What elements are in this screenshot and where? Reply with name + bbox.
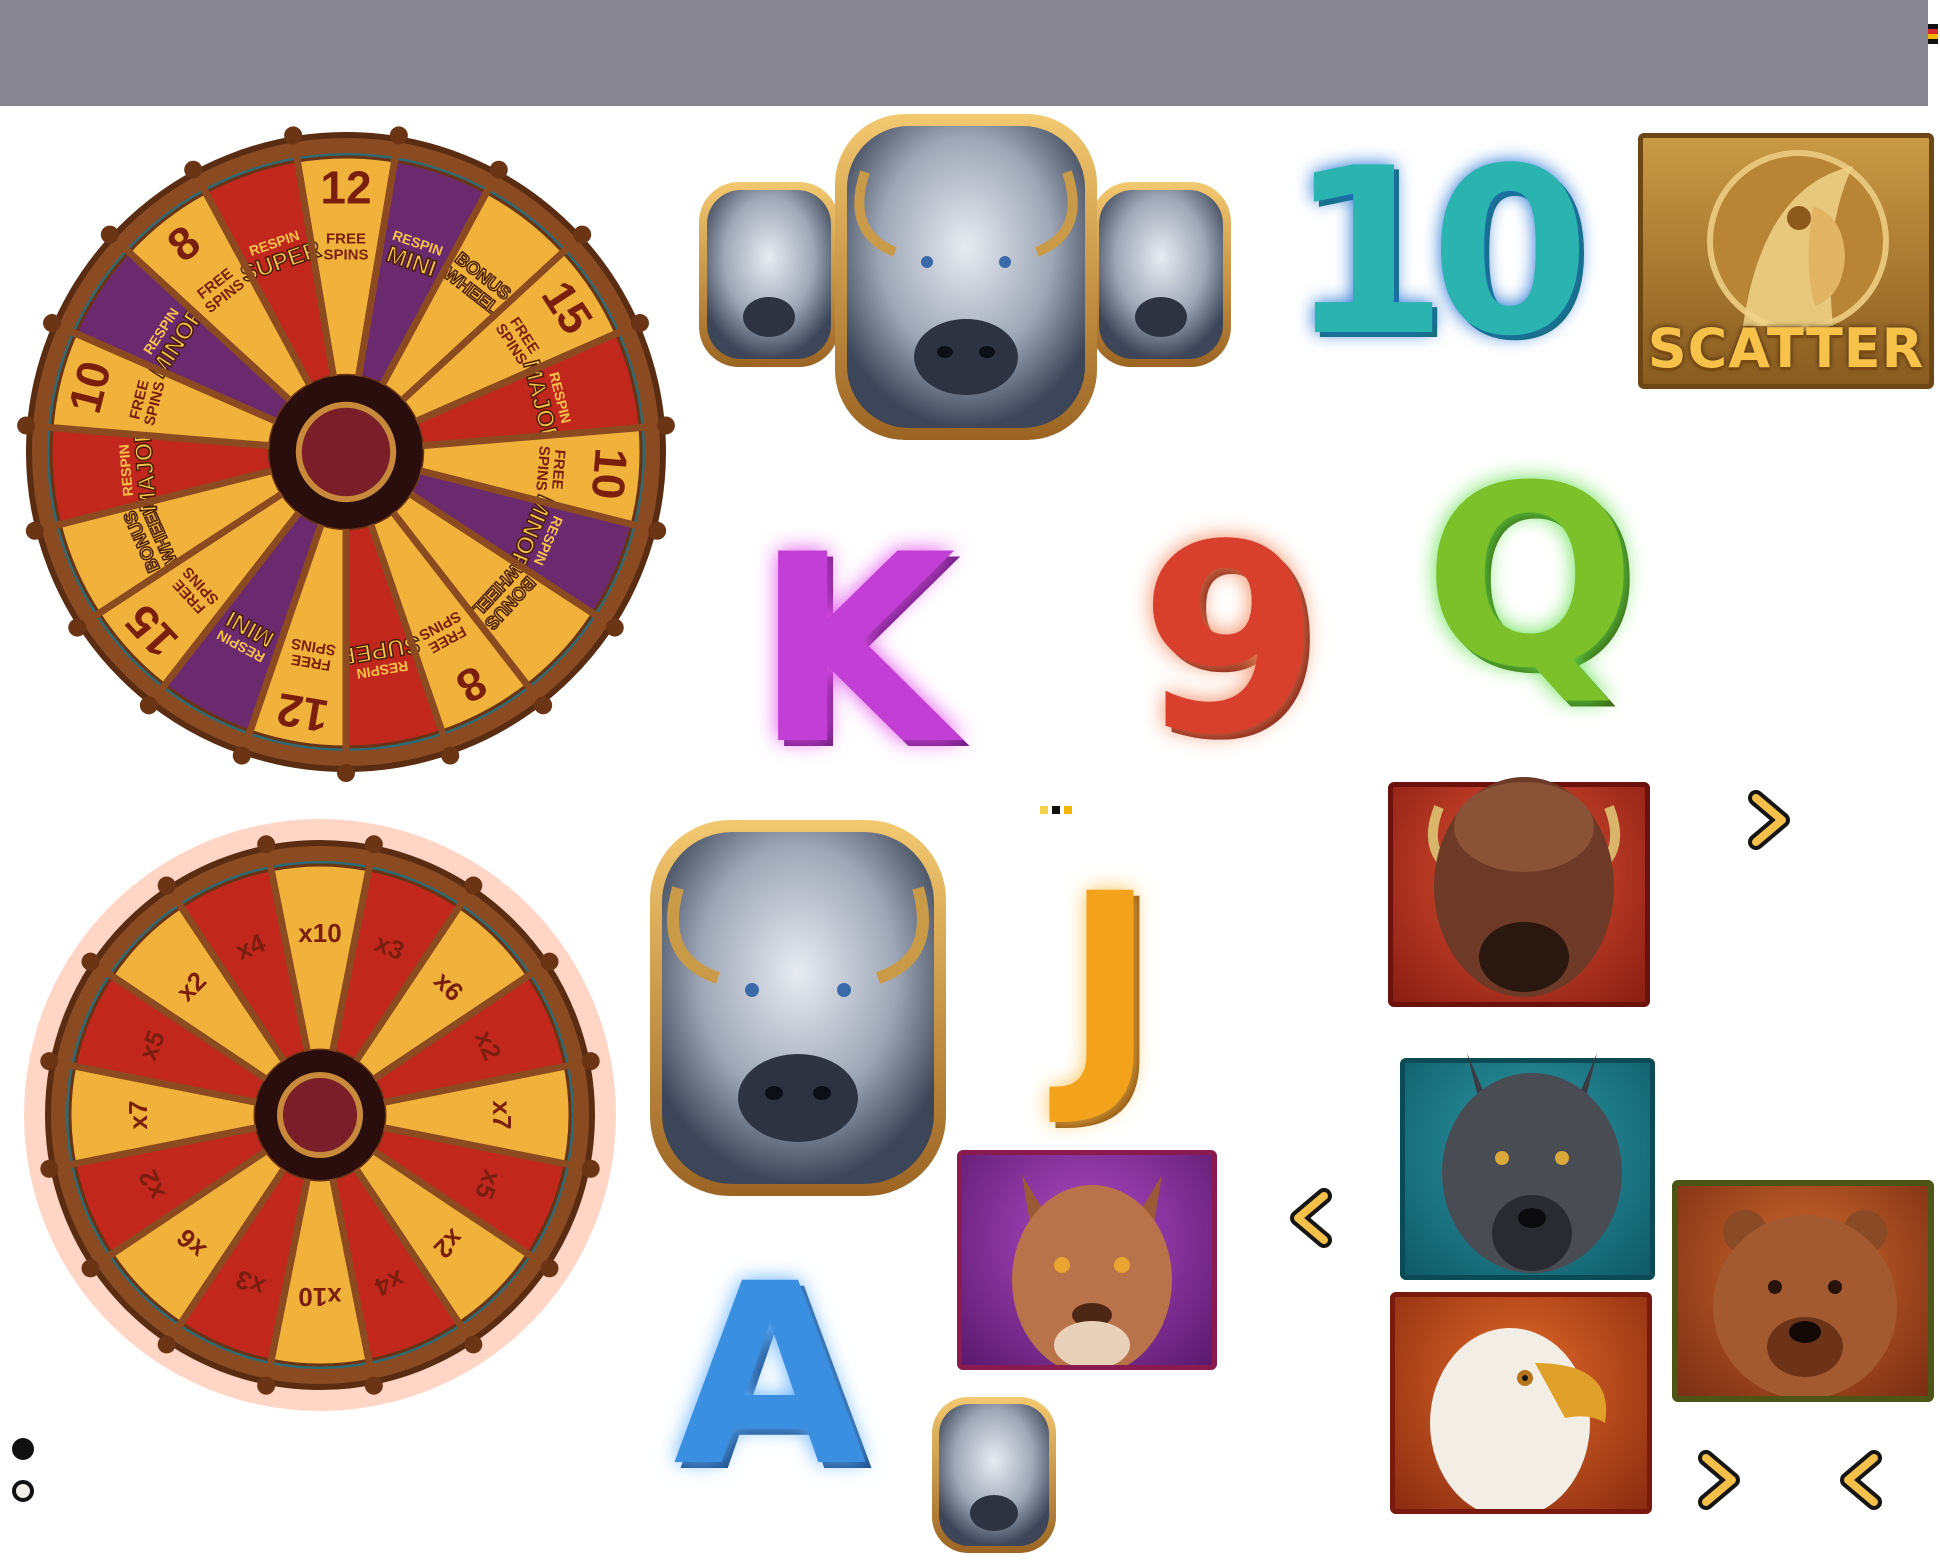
eagle-symbol [1390,1292,1652,1514]
nine-symbol: 9 [1130,490,1330,792]
wheel-segment-label: 12 [320,161,371,213]
bison-small-symbol [930,1395,1058,1555]
chevron-right-icon[interactable] [1688,1450,1748,1510]
loader-dots [1040,806,1076,814]
nine-glyph: 9 [1139,490,1321,792]
scatter-symbol: SCATTER [1638,133,1934,389]
eagle-icon [1430,1328,1607,1509]
ace-glyph: A [673,1230,867,1521]
wheel-hub-icon[interactable] [277,1072,363,1158]
bison-icon-small-right [1091,182,1231,367]
bison-large-symbol [648,818,948,1198]
top-bar [0,0,1928,106]
ten-glyph: 10 [1287,120,1590,387]
chevron-left-icon[interactable] [1832,1450,1892,1510]
scatter-label: SCATTER [1647,317,1925,380]
ten-symbol: 10 [1280,120,1590,387]
wheel-segment-label: x7 [487,1101,517,1130]
jack-symbol: J [1010,840,1210,1131]
chevron-left-icon[interactable] [1282,1188,1342,1248]
king-symbol: K [740,500,970,802]
jack-glyph: J [1063,840,1157,1131]
wheel-segment-label: SPINS [323,246,368,263]
red-bison-symbol [1388,777,1650,1007]
wolf-symbol [1400,1053,1655,1280]
bison-icon-small-left [699,182,839,367]
red-bison-icon [1427,777,1621,997]
bison-stack-symbol [695,112,1235,442]
ace-symbol: A [660,1230,880,1521]
wheel-segment-label: 12 [273,683,332,743]
wheel-segment-label: x7 [123,1101,153,1130]
chevron-right-icon[interactable] [1738,790,1798,850]
wheel-segment-label: 10 [582,446,638,501]
wheel-hub-icon[interactable] [295,401,397,503]
queen-symbol: Q [1400,432,1660,723]
cougar-icon [1012,1175,1172,1365]
radio-dot-empty[interactable] [12,1480,34,1502]
corner-flag-icon [1928,24,1938,46]
bison-icon-large [835,114,1097,440]
wheel-segment-label: x10 [298,918,341,948]
multiplier-wheel[interactable]: x10 x3x6x2x7x5x2x4x10x3x6x2x7x5x2x4 [20,815,620,1415]
queen-glyph: Q [1423,432,1637,723]
bear-symbol [1672,1180,1934,1402]
cougar-symbol [957,1150,1217,1370]
king-glyph: K [754,500,956,802]
bear-icon [1713,1210,1897,1396]
bonus-wheel[interactable]: 12FREESPINS RESPINMINI BONUSWHEEL 15FREESPI… [6,112,686,792]
wheel-segment-label: x10 [298,1282,341,1312]
chief-icon [1707,150,1889,332]
wolf-icon [1442,1053,1622,1273]
wheel-segment-label: FREE [326,231,366,248]
radio-dot-filled[interactable] [12,1438,34,1460]
